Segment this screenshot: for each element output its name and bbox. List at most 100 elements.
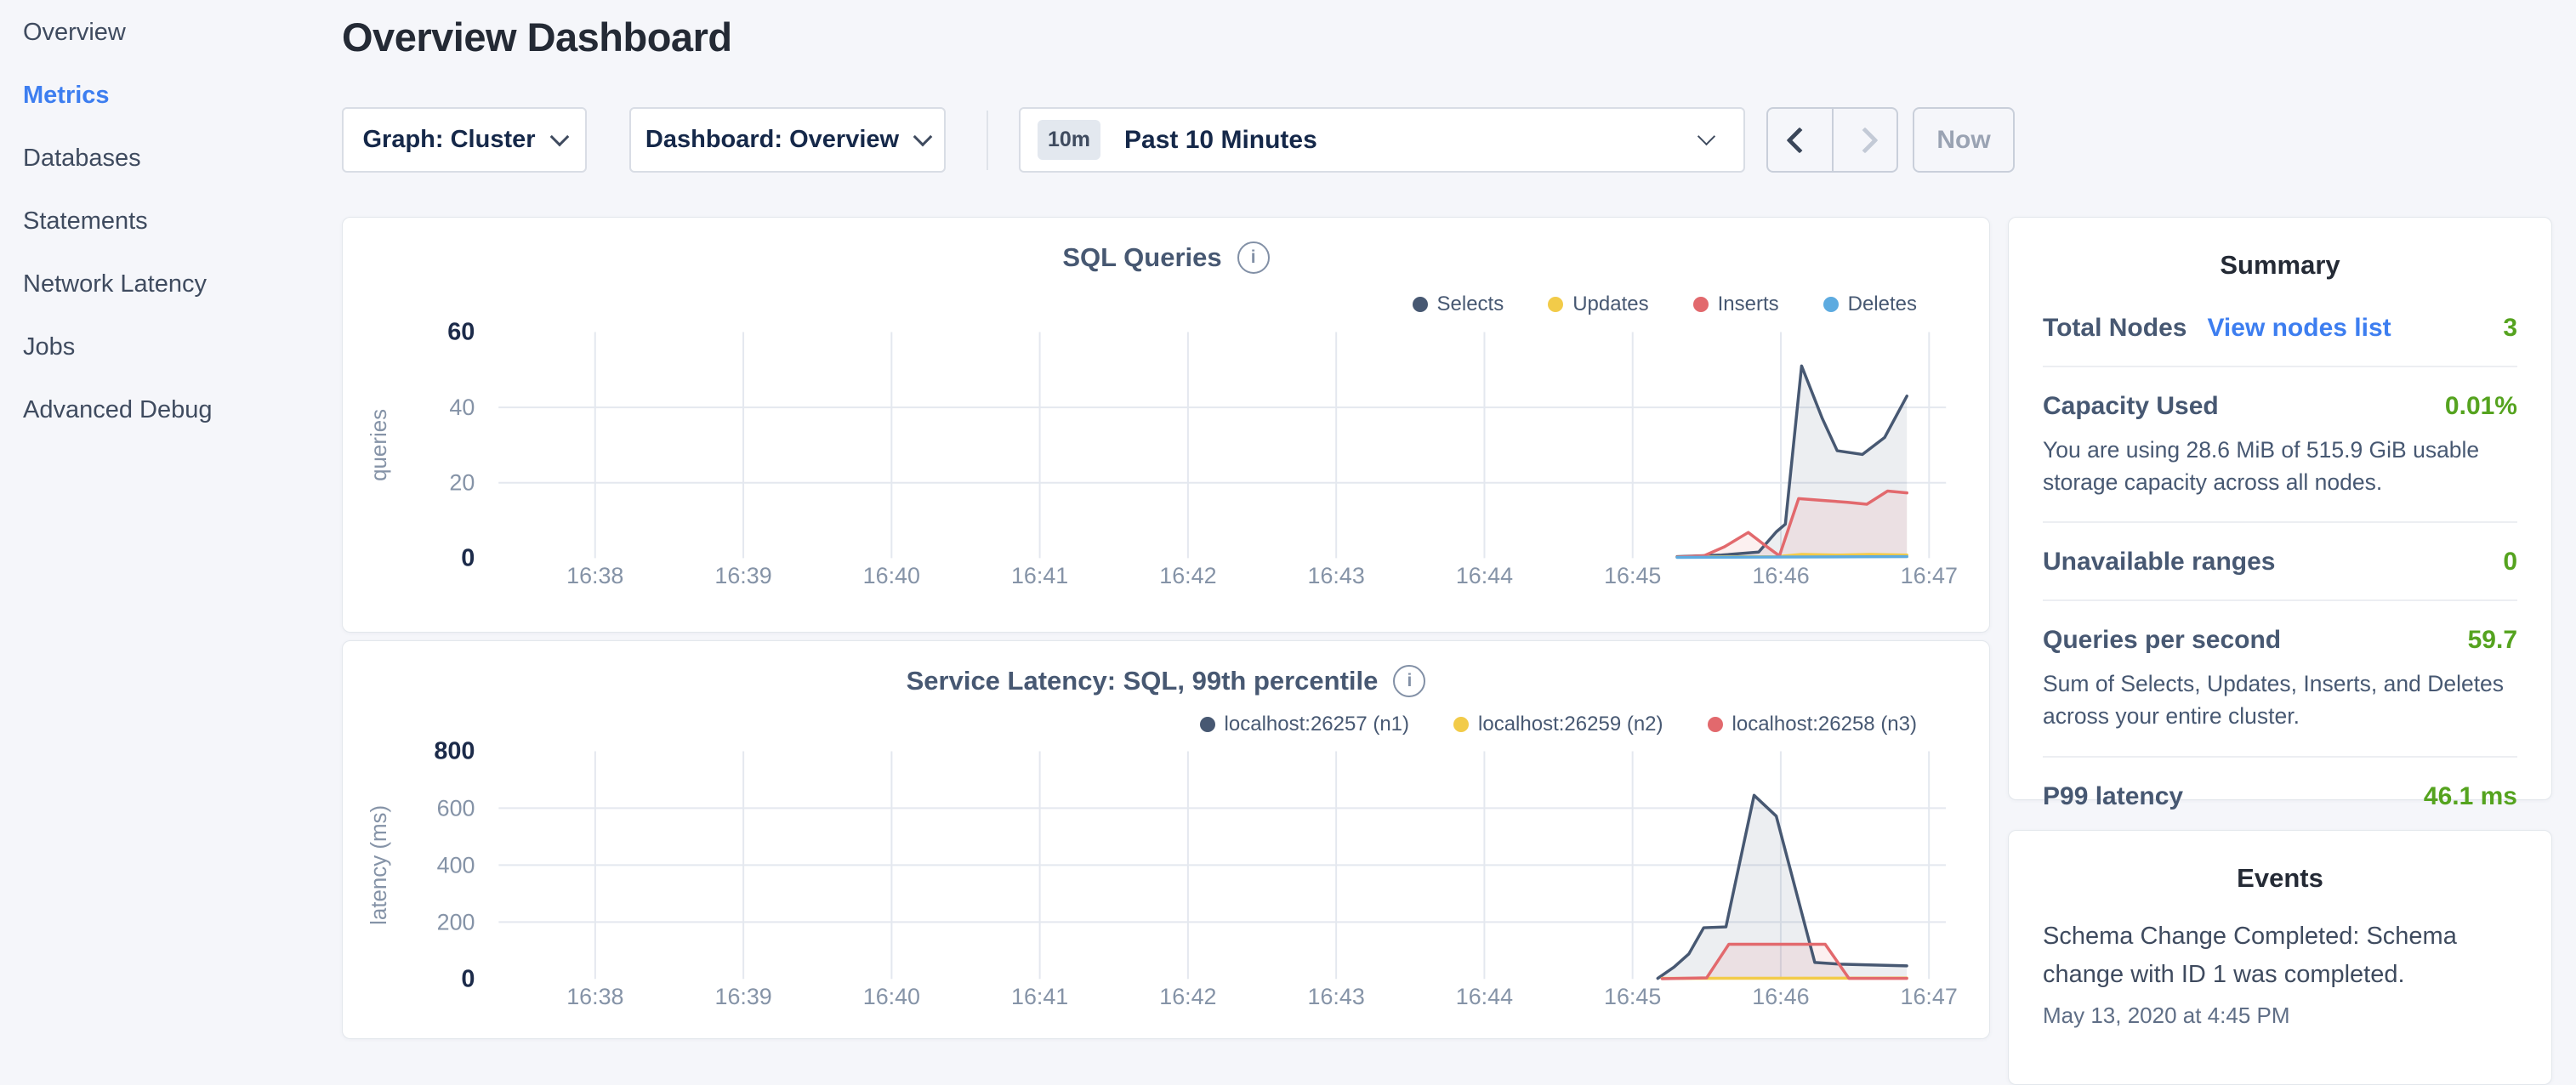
summary-label: Capacity Used	[2043, 392, 2219, 421]
summary-label: P99 latency	[2043, 782, 2183, 811]
events-panel: Events Schema Change Completed: Schema c…	[2008, 830, 2552, 1085]
chevron-down-icon	[549, 127, 569, 146]
svg-text:16:43: 16:43	[1308, 563, 1365, 588]
next-time-button[interactable]	[1834, 109, 1897, 171]
chart-legend: localhost:26257 (n1) localhost:26259 (n2…	[1200, 713, 1917, 736]
svg-text:16:43: 16:43	[1308, 984, 1365, 1009]
legend-item-inserts[interactable]: Inserts	[1693, 293, 1779, 316]
summary-row-capacity-used: Capacity Used 0.01% You are using 28.6 M…	[2043, 366, 2517, 521]
svg-text:latency (ms): latency (ms)	[367, 805, 391, 925]
chevron-down-icon	[913, 127, 933, 146]
sidebar-item-advanced-debug[interactable]: Advanced Debug	[23, 396, 213, 424]
dashboard-label: Dashboard: Overview	[645, 126, 899, 154]
chevron-right-icon	[1851, 127, 1878, 153]
sidebar-item-overview[interactable]: Overview	[23, 19, 213, 47]
summary-value: 0.01%	[2445, 392, 2517, 421]
summary-label: Queries per second	[2043, 626, 2281, 655]
summary-row-total-nodes: Total Nodes View nodes list 3	[2043, 289, 2517, 366]
time-range-badge: 10m	[1038, 120, 1100, 160]
service-latency-chart-card: 16:38 16:39 16:40 16:41 16:42 16:43 16:44 16:45…	[342, 640, 1990, 1039]
sidebar-item-network-latency[interactable]: Network Latency	[23, 270, 213, 298]
summary-value: 3	[2503, 314, 2517, 343]
svg-text:16:39: 16:39	[714, 984, 771, 1009]
legend-item-updates[interactable]: Updates	[1548, 293, 1648, 316]
svg-text:0: 0	[461, 544, 475, 571]
svg-text:queries: queries	[367, 409, 391, 481]
svg-text:16:42: 16:42	[1159, 563, 1216, 588]
svg-text:16:41: 16:41	[1011, 984, 1068, 1009]
svg-text:16:40: 16:40	[863, 563, 920, 588]
summary-label: Unavailable ranges	[2043, 548, 2275, 577]
series-dot-icon	[1200, 717, 1215, 732]
legend-item-deletes[interactable]: Deletes	[1823, 293, 1917, 316]
svg-text:600: 600	[437, 795, 475, 821]
svg-text:16:46: 16:46	[1752, 984, 1809, 1009]
svg-text:16:44: 16:44	[1456, 563, 1513, 588]
graph-scope-label: Graph: Cluster	[362, 126, 535, 154]
svg-text:400: 400	[437, 852, 475, 878]
chart-title: Service Latency: SQL, 99th percentile	[907, 666, 1379, 696]
summary-row-unavailable-ranges: Unavailable ranges 0	[2043, 521, 2517, 599]
svg-text:800: 800	[434, 737, 475, 764]
legend-item-n1[interactable]: localhost:26257 (n1)	[1200, 713, 1409, 736]
svg-text:16:40: 16:40	[863, 984, 920, 1009]
summary-value: 0	[2503, 548, 2517, 577]
series-dot-icon	[1708, 717, 1723, 732]
info-icon[interactable]: i	[1237, 241, 1270, 274]
legend-item-selects[interactable]: Selects	[1413, 293, 1504, 316]
event-timestamp: May 13, 2020 at 4:45 PM	[2043, 1003, 2517, 1029]
dashboard-dropdown[interactable]: Dashboard: Overview	[629, 107, 946, 173]
legend-label: Inserts	[1718, 293, 1779, 316]
svg-text:16:47: 16:47	[1901, 984, 1958, 1009]
sidebar: Overview Metrics Databases Statements Ne…	[23, 19, 213, 424]
graph-scope-dropdown[interactable]: Graph: Cluster	[342, 107, 587, 173]
chevron-left-icon	[1787, 127, 1813, 153]
summary-panel: Summary Total Nodes View nodes list 3 Ca…	[2008, 217, 2552, 800]
svg-text:16:38: 16:38	[566, 563, 623, 588]
sql-queries-chart-card: 16:3816:3916:4016:4116:4216:4316:4416:45…	[342, 217, 1990, 633]
info-icon[interactable]: i	[1393, 665, 1425, 697]
svg-text:200: 200	[437, 909, 475, 934]
chevron-down-icon	[1697, 128, 1715, 145]
series-dot-icon	[1548, 297, 1563, 312]
legend-item-n3[interactable]: localhost:26258 (n3)	[1708, 713, 1917, 736]
legend-item-n2[interactable]: localhost:26259 (n2)	[1453, 713, 1663, 736]
events-title: Events	[2043, 863, 2517, 894]
sidebar-item-statements[interactable]: Statements	[23, 207, 213, 236]
summary-description: Sum of Selects, Updates, Inserts, and De…	[2043, 668, 2517, 732]
svg-text:60: 60	[447, 318, 475, 345]
series-dot-icon	[1453, 717, 1469, 732]
sidebar-item-jobs[interactable]: Jobs	[23, 333, 213, 361]
summary-label: Total Nodes	[2043, 314, 2186, 343]
svg-text:16:46: 16:46	[1752, 563, 1809, 588]
summary-title: Summary	[2043, 250, 2517, 281]
svg-text:16:45: 16:45	[1604, 563, 1661, 588]
now-button[interactable]: Now	[1913, 107, 2015, 173]
chart-title: SQL Queries	[1062, 242, 1221, 273]
time-range-label: Past 10 Minutes	[1124, 126, 1317, 155]
svg-text:16:44: 16:44	[1456, 984, 1513, 1009]
summary-row-queries-per-second: Queries per second 59.7 Sum of Selects, …	[2043, 599, 2517, 755]
svg-text:16:42: 16:42	[1159, 984, 1216, 1009]
summary-value: 46.1 ms	[2424, 782, 2517, 811]
series-dot-icon	[1823, 297, 1839, 312]
svg-text:16:41: 16:41	[1011, 563, 1068, 588]
service-latency-chart[interactable]: 16:38 16:39 16:40 16:41 16:42 16:43 16:44 16:45…	[343, 641, 1989, 1038]
view-nodes-list-link[interactable]: View nodes list	[2207, 314, 2391, 343]
page-title: Overview Dashboard	[342, 14, 732, 60]
sidebar-item-databases[interactable]: Databases	[23, 145, 213, 173]
time-range-dropdown[interactable]: 10m Past 10 Minutes	[1019, 107, 1745, 173]
event-text: Schema Change Completed: Schema change w…	[2043, 917, 2517, 994]
svg-text:16:47: 16:47	[1901, 563, 1958, 588]
sql-queries-chart[interactable]: 16:3816:3916:4016:4116:4216:4316:4416:45…	[343, 218, 1989, 632]
svg-text:16:45: 16:45	[1604, 984, 1661, 1009]
legend-label: localhost:26259 (n2)	[1478, 713, 1663, 736]
time-pager	[1766, 107, 1898, 173]
series-dot-icon	[1693, 297, 1709, 312]
summary-row-p99-latency: P99 latency 46.1 ms	[2043, 756, 2517, 834]
summary-description: You are using 28.6 MiB of 515.9 GiB usab…	[2043, 435, 2517, 498]
svg-text:16:38: 16:38	[566, 984, 623, 1009]
event-list-item[interactable]: Schema Change Completed: Schema change w…	[2043, 917, 2517, 1029]
prev-time-button[interactable]	[1768, 109, 1834, 171]
sidebar-item-metrics[interactable]: Metrics	[23, 82, 213, 110]
